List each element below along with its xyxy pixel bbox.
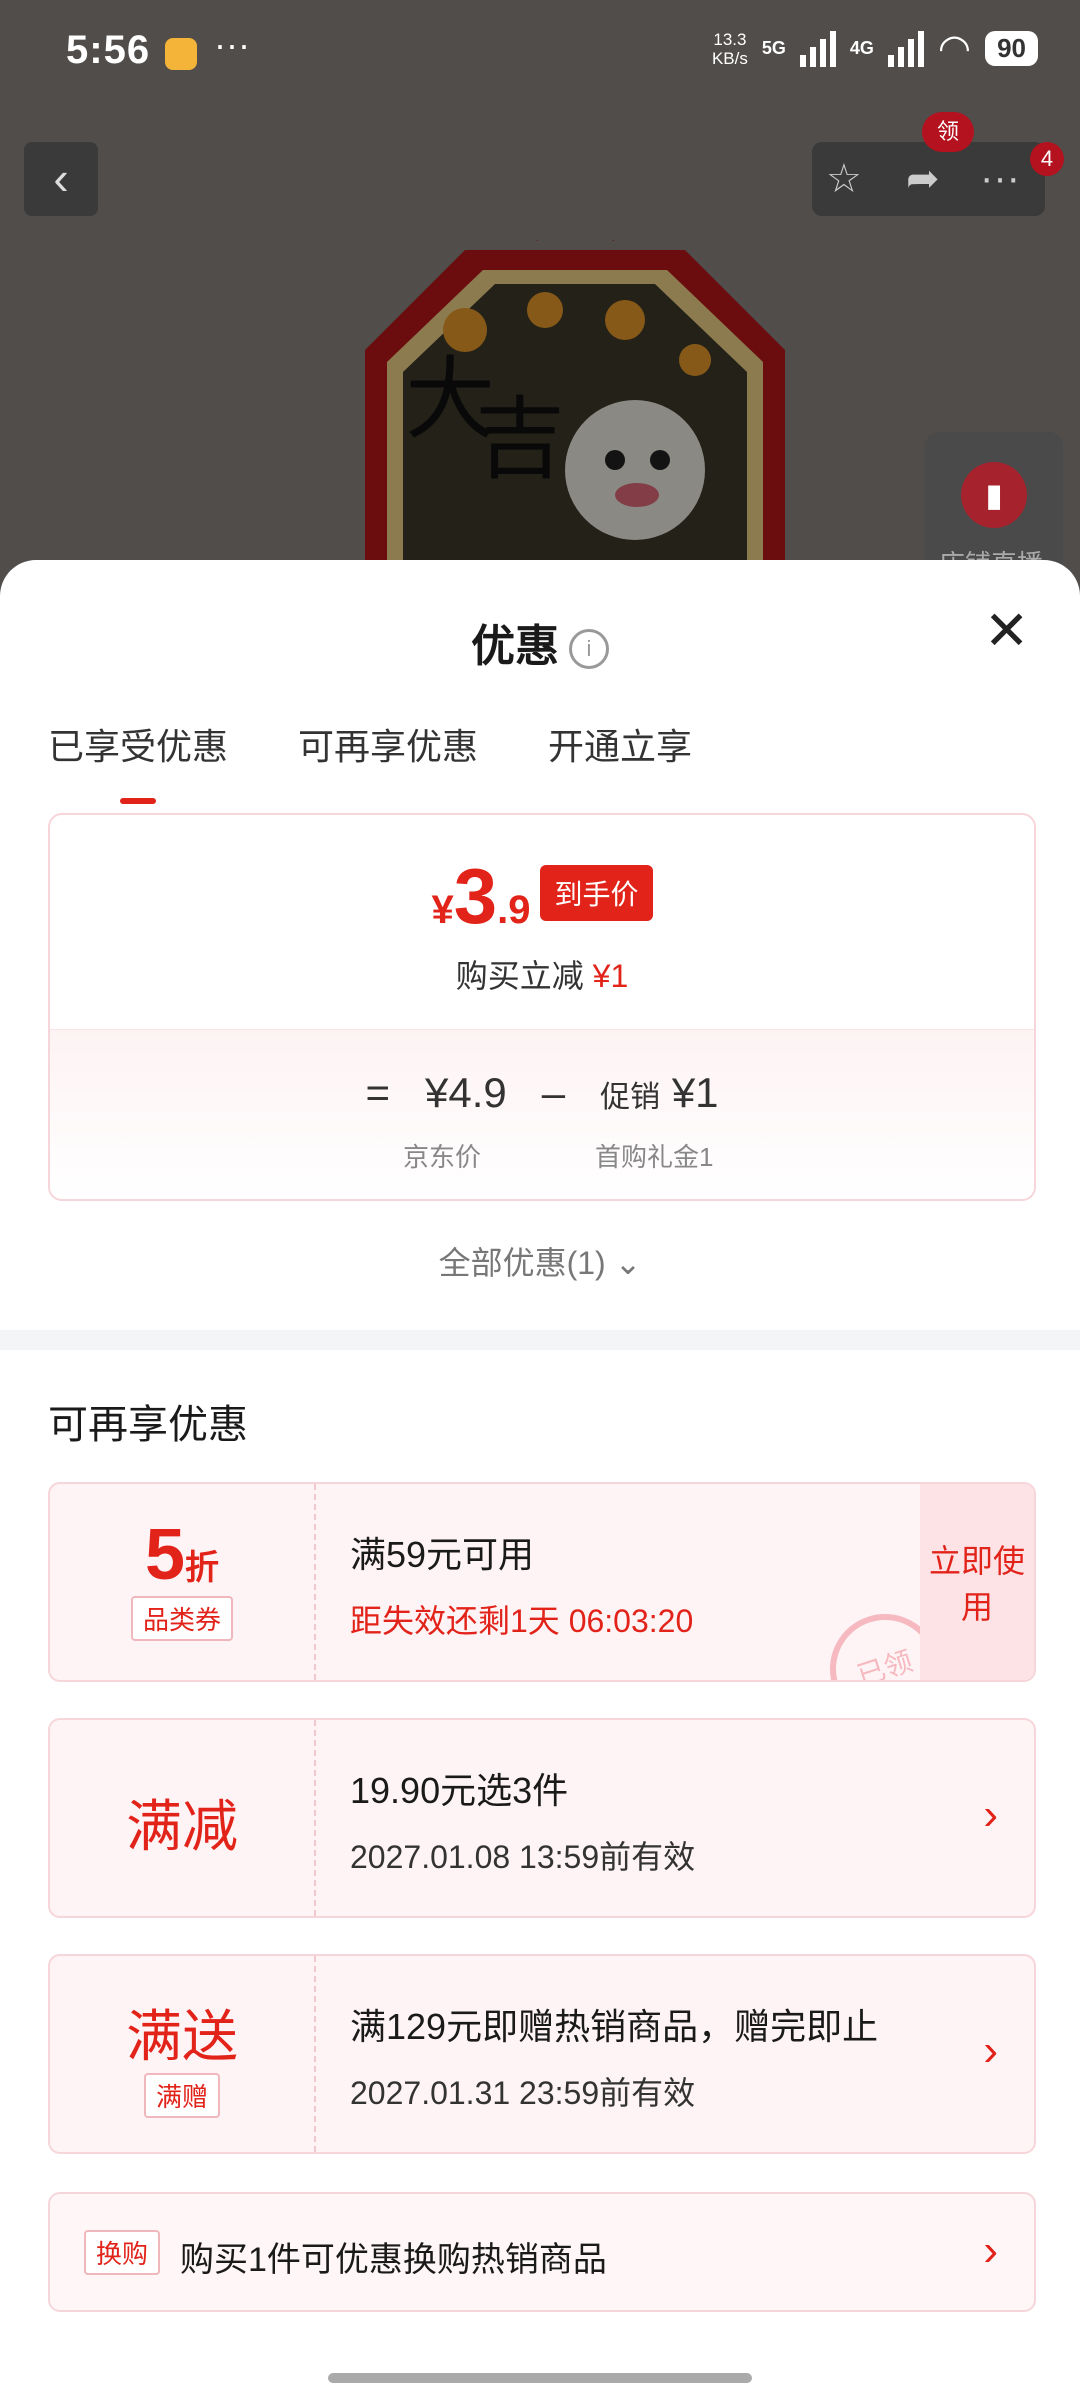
coupon-condition: 满129元即赠热销商品，赠完即止 — [350, 2006, 879, 2047]
trade-in-tag: 换购 — [84, 2230, 161, 2275]
coupon-type-tag: 满赠 — [143, 2073, 220, 2118]
live-chart-icon: ▮ — [961, 462, 1027, 528]
home-indicator[interactable] — [328, 2373, 752, 2383]
chevron-left-icon: ‹ — [53, 152, 69, 204]
price-summary-card: ¥3.9 到手价 购买立减 ¥1 = ¥4.9 – 促销 ¥1 京东价 首购礼金1 — [48, 813, 1036, 1201]
signal-4g-label: 4G — [849, 38, 874, 58]
message-app-icon — [165, 38, 197, 70]
coupon-validity: 2027.01.08 13:59前有效 — [350, 1839, 696, 1875]
section-title: 可再享优惠 — [48, 1403, 248, 1447]
tab-more-offers[interactable]: 可再享优惠 — [298, 718, 478, 770]
coupon-card-gift[interactable]: 满送 满赠 满129元即赠热销商品，赠完即止 2027.01.31 23:59前… — [48, 1954, 1036, 2154]
coupon-card-discount[interactable]: 5折 品类券 满59元可用 距失效还剩1天 06:03:20 已领 立即使用 — [48, 1482, 1036, 1682]
chevron-right-icon: › — [983, 2226, 998, 2275]
section-divider — [0, 1330, 1080, 1350]
close-icon: ✕ — [984, 601, 1030, 661]
chevron-right-icon: › — [983, 2026, 998, 2075]
battery-indicator: 90 — [985, 31, 1038, 66]
final-price-tag: 到手价 — [540, 865, 653, 921]
signal-bars-icon — [799, 30, 836, 67]
final-price: ¥3.9 到手价 — [50, 851, 1034, 942]
trade-in-text: 购买1件可优惠换购热销商品 — [180, 2241, 607, 2279]
coupon-type-tag: 品类券 — [130, 1596, 233, 1641]
clock: 5:56 — [66, 28, 151, 72]
coupon-condition: 满59元可用 — [350, 1534, 535, 1575]
store-live-button[interactable]: ▮ 店铺直播 — [925, 432, 1063, 579]
coupon-left: 满送 满赠 — [50, 1956, 316, 2152]
sheet-title: 优惠 i — [0, 610, 1080, 674]
favorite-star-icon[interactable]: ☆ — [826, 156, 862, 202]
signal-5g-label: 5G — [761, 38, 786, 58]
all-offers-toggle[interactable]: 全部优惠(1) ⌄ — [0, 1238, 1080, 1284]
coupon-left: 5折 品类券 — [50, 1484, 316, 1680]
share-icon[interactable]: ➦ — [906, 156, 940, 202]
coupon-condition: 19.90元选3件 — [350, 1770, 569, 1811]
message-count-badge: 4 — [1030, 142, 1064, 176]
price-formula: = ¥4.9 – 促销 ¥1 — [365, 1069, 719, 1116]
more-icon[interactable]: ··· — [980, 156, 1020, 201]
offer-tabs: 已享受优惠 可再享优惠 开通立享 — [48, 718, 692, 804]
trade-in-offer[interactable]: 换购 购买1件可优惠换购热销商品 › — [48, 2192, 1036, 2312]
more-notifications-icon: ··· — [214, 24, 250, 65]
chevron-right-icon: › — [983, 1790, 998, 1839]
instant-discount: 购买立减 ¥1 — [455, 958, 629, 994]
base-price-label: 京东价 — [403, 1142, 482, 1172]
coupon-validity: 2027.01.31 23:59前有效 — [350, 2075, 696, 2111]
coupon-left: 满减 — [50, 1720, 316, 1916]
info-icon[interactable]: i — [569, 629, 609, 670]
top-action-group: ☆ ➦ ··· — [812, 142, 1045, 216]
coupon-card-multi-buy[interactable]: 满减 19.90元选3件 2027.01.08 13:59前有效 › — [48, 1718, 1036, 1918]
tab-enjoyed[interactable]: 已享受优惠 — [48, 718, 228, 804]
back-button[interactable]: ‹ — [24, 142, 98, 216]
offers-sheet: 优惠 i ✕ 已享受优惠 可再享优惠 开通立享 ¥3.9 到手价 购买立减 ¥1 =… — [0, 560, 1080, 2400]
use-now-button[interactable]: 立即使用 — [920, 1484, 1034, 1680]
tab-activate[interactable]: 开通立享 — [548, 718, 692, 770]
signal-bars-icon — [887, 30, 924, 67]
status-bar: 5:56 ··· 13.3 KB/s 5G 4G ◠ 90 — [0, 0, 1080, 105]
coupon-badge[interactable]: 领 — [922, 112, 974, 152]
coupon-countdown: 距失效还剩1天 06:03:20 — [350, 1603, 694, 1639]
wifi-icon: ◠ — [937, 28, 972, 70]
chevron-down-icon: ⌄ — [614, 1245, 642, 1281]
promo-sub-label: 首购礼金1 — [595, 1142, 714, 1172]
active-tab-indicator — [120, 798, 156, 804]
close-button[interactable]: ✕ — [984, 604, 1029, 658]
network-speed: 13.3 KB/s — [711, 29, 748, 68]
